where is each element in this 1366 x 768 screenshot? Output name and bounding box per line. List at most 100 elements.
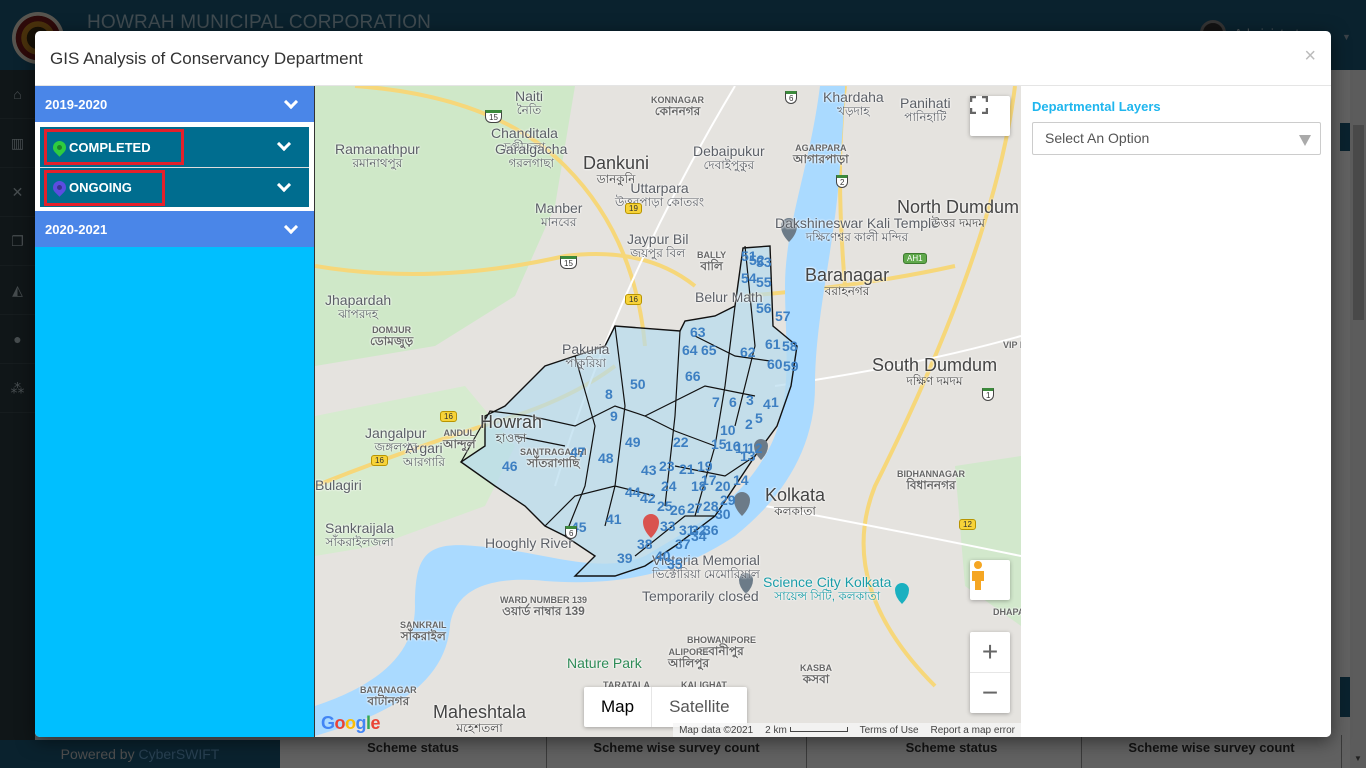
map-pin-green-icon <box>50 137 69 157</box>
ward-number-label[interactable]: 44 <box>625 484 641 500</box>
year-children: COMPLETED ONGOING <box>35 122 314 211</box>
map-place-label: DOMJUR ডোমজুড় <box>370 325 414 349</box>
ward-number-label[interactable]: 37 <box>675 536 691 552</box>
fullscreen-button[interactable] <box>970 96 1010 136</box>
chevron-down-icon[interactable] <box>283 94 299 109</box>
zoom-out-button[interactable]: − <box>970 673 1010 713</box>
ward-number-label[interactable]: 54 <box>741 270 757 286</box>
map-type-map[interactable]: Map <box>584 687 653 727</box>
terms-link[interactable]: Terms of Use <box>860 725 919 736</box>
ward-number-label[interactable]: 58 <box>782 338 798 354</box>
ward-number-label[interactable]: 52 <box>749 252 765 268</box>
ward-number-label[interactable]: 1 <box>771 394 779 410</box>
ward-number-label[interactable]: 64 <box>682 342 698 358</box>
map-scale[interactable]: 2 km <box>765 725 848 736</box>
status-ongoing[interactable]: ONGOING <box>40 167 309 207</box>
accordion-year-2019-2020[interactable]: 2019-2020 <box>35 86 314 122</box>
map-place-label: Science City Kolkata সায়েন্স সিটি, কলকাত… <box>763 574 892 603</box>
highway-shield-icon: 15 <box>485 110 502 123</box>
ward-number-label[interactable]: 49 <box>625 434 641 450</box>
map-pin-purple-icon <box>50 178 69 197</box>
status-highlight: COMPLETED <box>44 129 184 165</box>
ward-number-label[interactable]: 38 <box>637 536 653 552</box>
ward-number-label[interactable]: 61 <box>765 336 781 352</box>
ward-number-label[interactable]: 47 <box>570 444 586 460</box>
ward-number-label[interactable]: 50 <box>630 376 646 392</box>
ward-number-label[interactable]: 65 <box>701 342 717 358</box>
chevron-down-icon[interactable] <box>276 177 292 192</box>
ward-number-label[interactable]: 62 <box>740 344 756 360</box>
map-place-label: Manber মানবের <box>535 200 583 229</box>
google-logo[interactable]: Google <box>321 713 381 734</box>
map-place-label: ALIPORE আলিপুর <box>668 647 710 671</box>
map-footer: Map data ©2021 2 km Terms of Use Report … <box>673 723 1021 737</box>
dropdown-arrow-icon[interactable] <box>1299 135 1311 146</box>
ward-number-label[interactable]: 43 <box>641 462 657 478</box>
map-place-label: BATANAGAR বাটানগর <box>360 685 417 709</box>
ward-number-label[interactable]: 57 <box>775 308 791 324</box>
ward-number-label[interactable]: 59 <box>783 358 799 374</box>
ward-number-label[interactable]: 14 <box>733 472 749 488</box>
map-place-label: Nature Park <box>567 655 642 671</box>
map-place-label: Jaypur Bil জয়পুর বিল <box>627 231 689 260</box>
ward-number-label[interactable]: 60 <box>767 356 783 372</box>
ward-number-label[interactable]: 30 <box>715 506 731 522</box>
accordion-year-2020-2021[interactable]: 2020-2021 <box>35 211 314 247</box>
ward-number-label[interactable]: 39 <box>617 550 633 566</box>
departmental-layers-select[interactable]: Select An Option <box>1032 122 1321 155</box>
ward-number-label[interactable]: 6 <box>729 394 737 410</box>
ward-number-label[interactable]: 63 <box>690 324 706 340</box>
ward-number-label[interactable]: 42 <box>640 490 656 506</box>
map-type-control: Map Satellite <box>584 687 747 727</box>
map-type-satellite[interactable]: Satellite <box>652 687 746 727</box>
ward-number-label[interactable]: 56 <box>756 300 772 316</box>
ward-number-label[interactable]: 27 <box>687 500 703 516</box>
ward-number-label[interactable]: 3 <box>746 392 754 408</box>
ward-number-label[interactable]: 5 <box>755 410 763 426</box>
ward-number-label[interactable]: 33 <box>660 518 676 534</box>
chevron-down-icon[interactable] <box>283 219 299 234</box>
status-completed[interactable]: COMPLETED <box>40 127 309 167</box>
ward-number-label[interactable]: 46 <box>502 458 518 474</box>
ward-number-label[interactable]: 24 <box>661 478 677 494</box>
ward-number-label[interactable]: 7 <box>712 394 720 410</box>
ward-number-label[interactable]: 41 <box>606 511 622 527</box>
ward-number-label[interactable]: 23 <box>659 458 675 474</box>
map-place-label: VIP Rd <box>1003 340 1021 350</box>
ward-number-label[interactable]: 22 <box>673 434 689 450</box>
map-place-label: BALLY বালি <box>697 250 727 274</box>
zoom-in-button[interactable]: + <box>970 633 1010 673</box>
year-label: 2020-2021 <box>45 221 108 237</box>
map-place-label: Panihati পানিহাটি <box>900 95 951 124</box>
map-place-label: Sankraijala সাঁকরাইলজলা <box>325 520 395 549</box>
map-place-label: Debaipukur দেবাইপুকুর <box>693 143 765 172</box>
ward-number-label[interactable]: 4 <box>763 396 771 412</box>
modal-header: GIS Analysis of Conservancy Department × <box>35 31 1331 86</box>
map-place-label: South Dumdum দক্ষিণ দমদম <box>872 355 998 388</box>
ward-number-label[interactable]: 13 <box>740 448 756 464</box>
street-view-pegman[interactable] <box>970 560 1010 600</box>
highway-shield-icon: AH1 <box>903 253 927 264</box>
ward-number-label[interactable]: 35 <box>667 556 683 572</box>
ward-number-label[interactable]: 8 <box>605 386 613 402</box>
map-place-label: KONNAGAR কোননগর <box>651 95 704 119</box>
ward-number-label[interactable]: 16 <box>725 438 741 454</box>
ward-number-label[interactable]: 48 <box>598 450 614 466</box>
ward-number-label[interactable]: 21 <box>679 461 695 477</box>
chevron-down-icon[interactable] <box>276 136 292 152</box>
status-highlight: ONGOING <box>44 169 165 206</box>
ward-number-label[interactable]: 26 <box>670 502 686 518</box>
ward-number-label[interactable]: 55 <box>756 274 772 290</box>
report-error-link[interactable]: Report a map error <box>931 725 1015 736</box>
ward-number-label[interactable]: 66 <box>685 368 701 384</box>
year-accordion: 2019-2020 COMPLETED ONGOING 2020-2021 <box>35 86 315 737</box>
ward-number-label[interactable]: 36 <box>703 522 719 538</box>
map-place-label: Maheshtala মহেশতলা <box>433 702 527 735</box>
google-map[interactable]: Naiti নৈতি KONNAGAR কোননগর Khardaha খড়দাহ Pan… <box>315 86 1021 737</box>
map-data-credit: Map data ©2021 <box>679 724 754 736</box>
ward-number-label[interactable]: 2 <box>745 416 753 432</box>
close-button[interactable]: × <box>1304 45 1316 68</box>
map-pin-icon[interactable] <box>895 583 909 604</box>
map-place-label: Belur Math <box>695 289 763 305</box>
ward-number-label[interactable]: 9 <box>610 408 618 424</box>
